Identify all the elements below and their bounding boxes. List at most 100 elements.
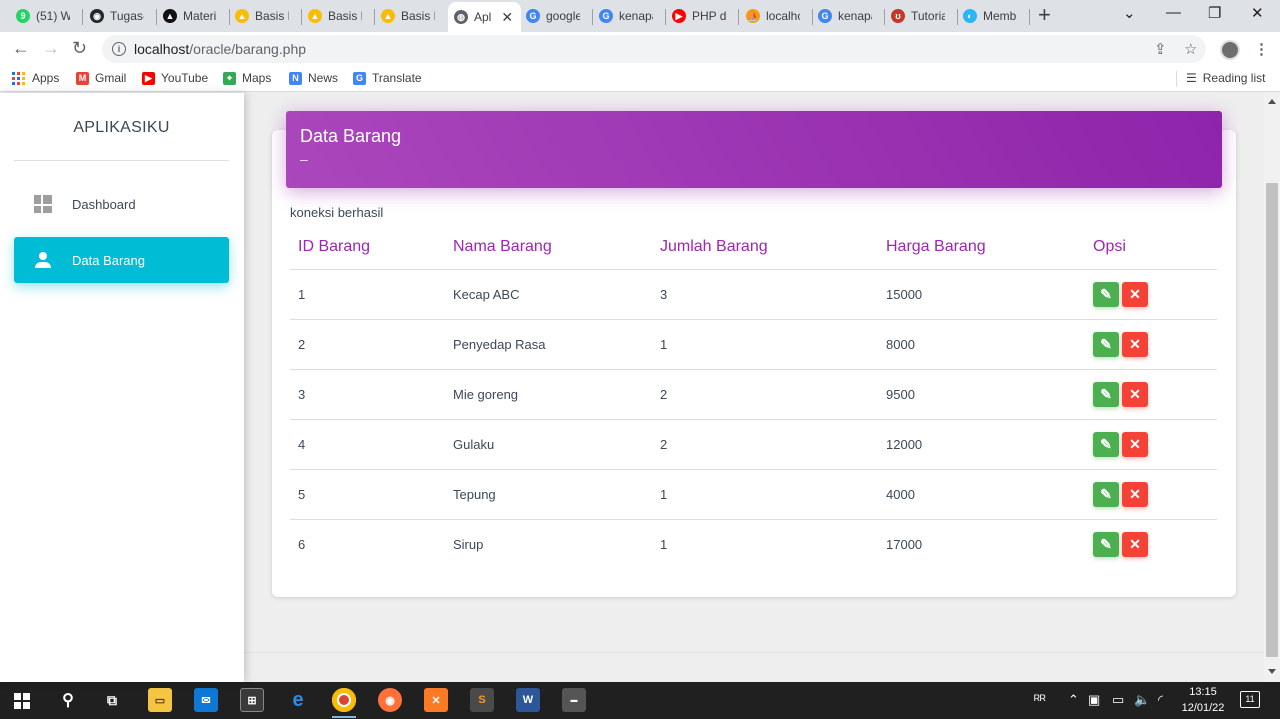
browser-tab[interactable]: ◍ Apl ✕ [448,2,521,32]
back-arrow-icon[interactable]: ← [12,38,30,58]
profile-avatar[interactable] [1220,40,1240,60]
tab-close-icon[interactable]: ✕ [501,9,513,26]
word-icon[interactable]: W [516,688,540,712]
cell-jumlah: 1 [660,337,668,352]
edit-button[interactable]: ✎ [1093,432,1119,457]
browser-tab[interactable]: Gkenapa [812,2,885,30]
cell-harga: 4000 [886,487,915,502]
delete-button[interactable]: ✕ [1122,382,1148,407]
reload-icon[interactable]: ↻ [72,38,87,58]
sublime-text-icon[interactable]: S [470,688,494,712]
data-barang-table: ID Barang Nama Barang Jumlah Barang Harg… [290,228,1217,570]
scroll-down-arrow-icon[interactable] [1268,669,1276,674]
edit-button[interactable]: ✎ [1093,382,1119,407]
browser-tab[interactable]: ◉ Tugas- [84,2,157,30]
gmail-icon: M [76,71,89,85]
wifi-icon[interactable]: ◜ [1158,692,1163,708]
bookmark-star-icon[interactable]: ☆ [1184,40,1197,58]
delete-button[interactable]: ✕ [1122,432,1148,457]
volume-icon[interactable]: 🔈 [1134,692,1150,708]
app-brand[interactable]: APLIKASIKU [14,119,229,137]
delete-button[interactable]: ✕ [1122,532,1148,557]
browser-tab[interactable]: ▲ Basis D [375,2,448,30]
share-icon[interactable]: ⇪ [1154,40,1167,58]
task-view-icon[interactable]: ⧉ [100,688,124,712]
notification-center-icon[interactable]: 11 [1240,691,1260,708]
scroll-up-arrow-icon[interactable] [1268,99,1276,104]
browser-tab[interactable]: 9 (51) Wh [10,2,83,30]
browser-tab[interactable]: ʊ Tutoria [885,2,958,30]
tab-search-chevron-icon[interactable]: ⌄ [1123,4,1136,22]
windows-start-icon[interactable] [14,693,30,709]
delete-button[interactable]: ✕ [1122,332,1148,357]
tab-title: Basis D [401,9,435,23]
browser-tab[interactable]: ▲ Materi [157,2,230,30]
system-clock[interactable]: 13:15 12/01/22 [1178,684,1228,716]
browser-tab[interactable]: ▶ PHP da [666,2,739,30]
translate-icon: G [353,71,366,85]
browser-tab[interactable]: ▲ Basis D [302,2,375,30]
browser-tab[interactable]: ◐ Memb [957,2,1030,30]
header-id-barang: ID Barang [298,238,371,255]
cell-jumlah: 3 [660,287,668,302]
tab-separator [82,9,83,25]
browser-tab[interactable]: ⛵ localhc [740,2,813,30]
delete-button[interactable]: ✕ [1122,282,1148,307]
firefox-icon[interactable]: ◉ [378,688,402,712]
cell-nama: Gulaku [453,437,495,452]
tab-title: google [546,9,580,23]
bookmark-maps[interactable]: ⌖ Maps [223,71,271,85]
browser-tab[interactable]: ▲ Basis D [229,2,302,30]
browser-tab[interactable]: Gkenapa [593,2,666,30]
header-opsi: Opsi [1093,238,1126,255]
cell-harga: 8000 [886,337,915,352]
sidebar-item-label: Dashboard [72,196,136,212]
card-subtitle: – [300,151,308,167]
chrome-icon[interactable] [332,688,356,718]
mail-icon[interactable]: ✉ [194,688,218,712]
scrollbar-thumb[interactable] [1266,183,1278,657]
close-window-button[interactable]: ✕ [1251,4,1264,22]
file-explorer-icon[interactable]: ▭ [148,688,172,712]
close-icon: ✕ [1129,386,1141,402]
delete-button[interactable]: ✕ [1122,482,1148,507]
bookmark-gmail[interactable]: M Gmail [76,71,126,85]
new-tab-button[interactable]: + [1038,3,1051,27]
edit-button[interactable]: ✎ [1093,282,1119,307]
youtube-icon: ▶ [672,9,686,23]
tray-chevron-up-icon[interactable]: ⌃ [1068,692,1079,708]
bookmark-apps[interactable]: Apps [12,71,59,85]
sidebar-item-dashboard[interactable]: Dashboard [14,181,229,227]
pencil-icon: ✎ [1100,286,1112,302]
edit-button[interactable]: ✎ [1093,532,1119,557]
reading-list-button[interactable]: ☰ Reading list [1186,71,1265,85]
search-icon[interactable]: ⚲ [56,688,80,712]
battery-icon[interactable]: ▭ [1112,692,1124,708]
app-window-icon[interactable]: ▬ [562,688,586,712]
page-scrollbar[interactable] [1264,93,1280,682]
forward-arrow-icon[interactable]: → [42,38,60,58]
bookmark-news[interactable]: N News [289,71,338,85]
maximize-button[interactable]: ❐ [1208,4,1221,22]
xampp-icon[interactable]: ✕ [424,688,448,712]
bookmark-label: Apps [32,71,60,85]
footer-divider [244,652,1264,653]
store-icon[interactable]: ⊞ [240,688,264,712]
clock-time: 13:15 [1189,686,1217,698]
chrome-menu-icon[interactable]: ⋮ [1254,40,1269,58]
minimize-button[interactable]: — [1166,4,1181,21]
table-row: 2 Penyedap Rasa 1 8000 ✎ ✕ [290,320,1217,370]
address-bar[interactable]: i localhost/oracle/barang.php [102,35,1206,63]
bookmark-translate[interactable]: G Translate [353,71,422,85]
header-jumlah-barang: Jumlah Barang [660,238,768,255]
tray-app-icon[interactable]: ▣ [1088,692,1100,708]
browser-tab[interactable]: Ggoogle [520,2,593,30]
edge-icon[interactable]: e [286,688,310,712]
sidebar-item-data-barang[interactable]: Data Barang [14,237,229,283]
bookmark-youtube[interactable]: ▶ YouTube [142,71,208,85]
site-info-icon[interactable]: i [112,42,126,56]
edit-button[interactable]: ✎ [1093,482,1119,507]
edit-button[interactable]: ✎ [1093,332,1119,357]
people-icon[interactable]: ᴿᴿ [1034,692,1046,707]
clock-date: 12/01/22 [1181,702,1225,714]
